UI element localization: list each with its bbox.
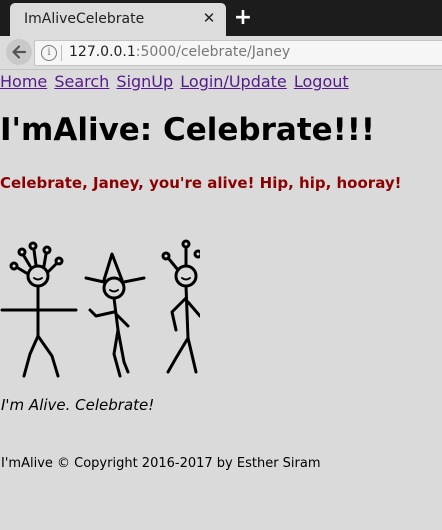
browser-tab-strip: ImAliveCelebrate ✕ + [0,0,442,36]
browser-toolbar: i 127.0.0.1:5000/celebrate/Janey [0,36,442,70]
nav-link-home[interactable]: Home [0,72,47,91]
tab-title: ImAliveCelebrate [24,11,145,27]
nav-bar: Home Search SignUp Login/Update Logout [0,72,351,91]
celebrate-message: Celebrate, Janey, you're alive! Hip, hip… [0,174,402,192]
nav-link-signup[interactable]: SignUp [116,72,173,91]
close-tab-icon[interactable]: ✕ [200,9,218,27]
back-arrow-icon [12,45,27,59]
page-title: I'mAlive: Celebrate!!! [0,112,376,148]
browser-tab[interactable]: ImAliveCelebrate ✕ [10,3,226,36]
nav-link-login-update[interactable]: Login/Update [180,72,287,91]
url-host: 127.0.0.1 [69,44,136,60]
stick-figure-3 [161,239,200,374]
stick-figure-1 [0,241,78,378]
nav-link-logout[interactable]: Logout [294,72,349,91]
page-content: Home Search SignUp Login/Update Logout I… [0,70,442,530]
url-text[interactable]: 127.0.0.1:5000/celebrate/Janey [69,44,290,60]
dancing-stick-figures-image [0,239,200,378]
image-caption: I'm Alive. Celebrate! [1,396,155,414]
url-separator [61,45,62,61]
url-path: :5000/celebrate/Janey [135,44,291,60]
nav-link-search[interactable]: Search [54,72,109,91]
new-tab-icon[interactable]: + [233,6,253,30]
address-bar[interactable]: i 127.0.0.1:5000/celebrate/Janey [34,40,442,66]
back-button[interactable] [6,39,32,65]
footer-copyright: I'mAlive © Copyright 2016-2017 by Esther… [1,456,321,471]
stick-figure-2 [84,252,146,378]
info-icon[interactable]: i [41,45,57,61]
